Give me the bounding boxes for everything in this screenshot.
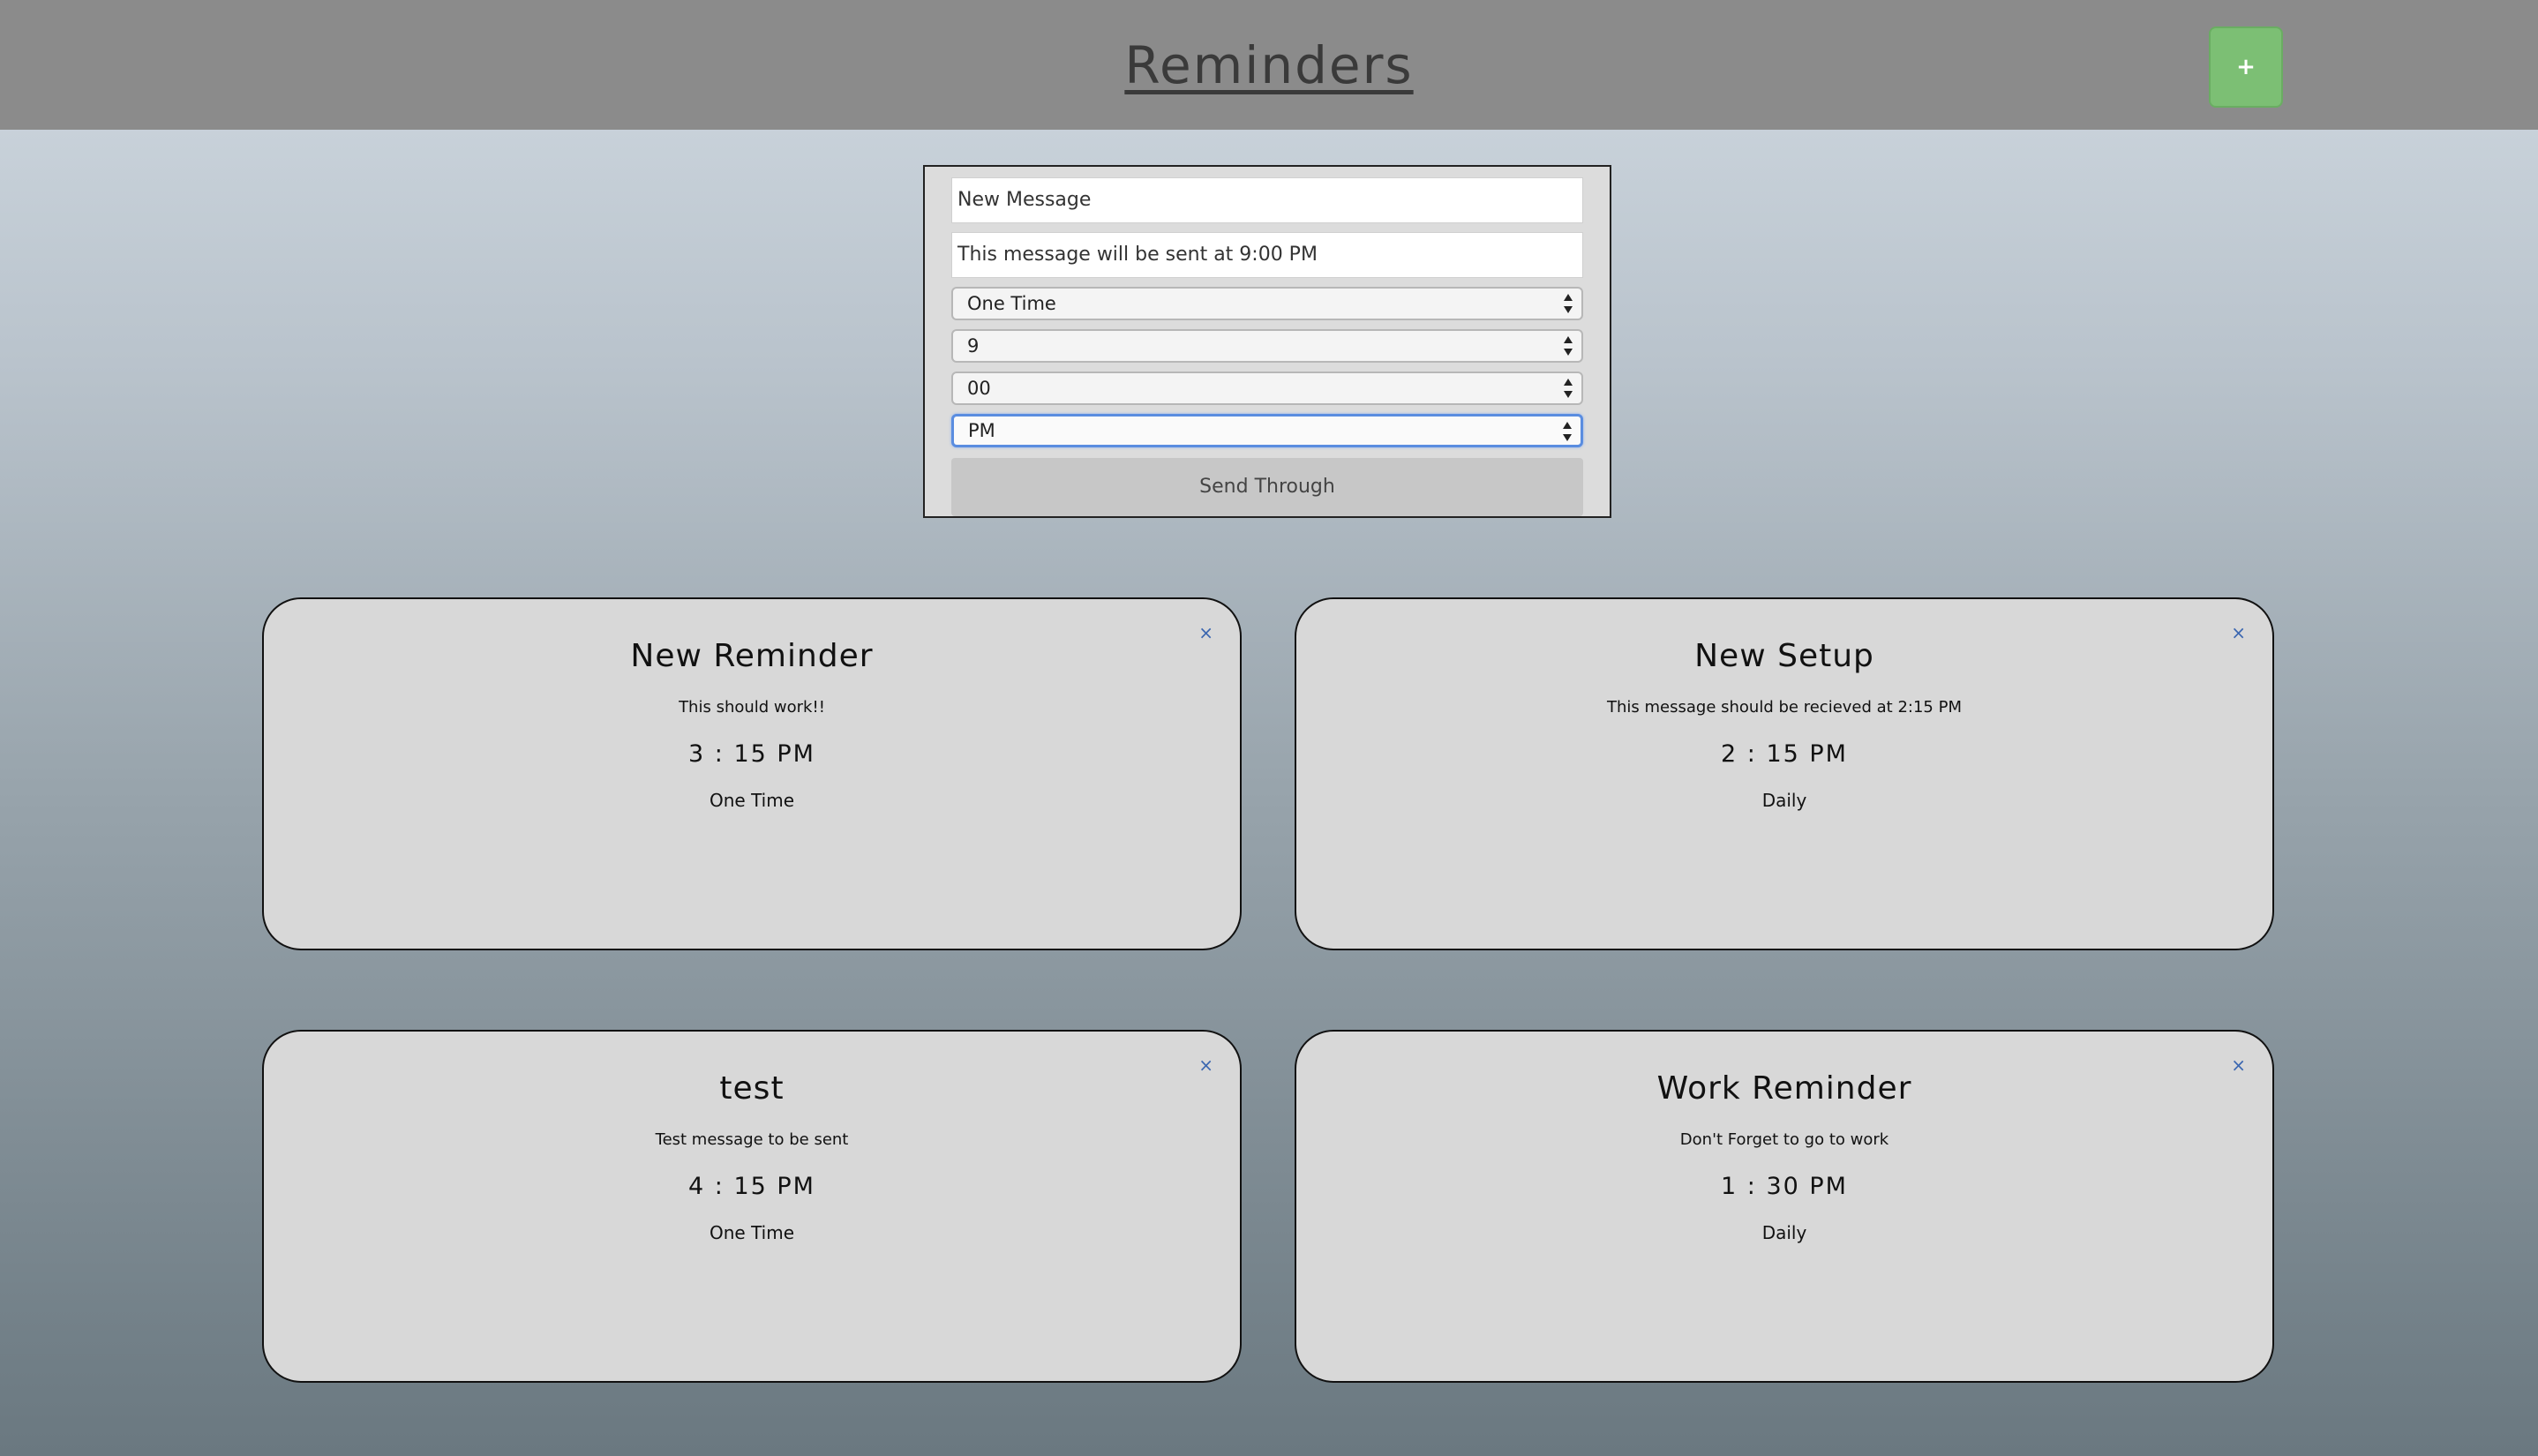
title-input[interactable]: New Message [951,177,1583,223]
frequency-select[interactable]: One Time [951,287,1583,320]
reminder-message: Test message to be sent [655,1130,849,1149]
reminder-title: New Setup [1694,638,1874,674]
hour-select-value: 9 [967,335,980,356]
reminder-time: 1 : 30 PM [1721,1173,1848,1200]
reminder-card: × Work Reminder Don't Forget to go to wo… [1295,1030,2274,1383]
select-arrows-icon [1564,294,1573,313]
reminder-card: × test Test message to be sent 4 : 15 PM… [262,1030,1242,1383]
hour-select[interactable]: 9 [951,329,1583,363]
frequency-select-value: One Time [967,293,1056,314]
period-select[interactable]: PM [951,414,1583,447]
reminder-message: This message should be recieved at 2:15 … [1607,698,1962,717]
reminder-time: 3 : 15 PM [688,740,815,768]
reminder-card: × New Reminder This should work!! 3 : 15… [262,597,1242,950]
reminder-title: Work Reminder [1656,1070,1912,1107]
period-select-value: PM [968,420,995,441]
reminder-frequency: One Time [709,790,795,811]
header-bar: Reminders + [0,0,2538,130]
new-reminder-form: New Message This message will be sent at… [923,165,1611,518]
add-reminder-button[interactable]: + [2209,26,2283,108]
select-arrows-icon [1564,336,1573,356]
message-input[interactable]: This message will be sent at 9:00 PM [951,232,1583,278]
select-arrows-icon [1564,379,1573,398]
select-arrows-icon [1563,422,1572,441]
reminder-title: test [719,1070,785,1107]
reminder-message: This should work!! [679,698,825,717]
reminder-time: 2 : 15 PM [1721,740,1848,768]
reminder-frequency: Daily [1761,790,1807,811]
page-title: Reminders [1124,35,1414,95]
minute-select-value: 00 [967,378,991,399]
minute-select[interactable]: 00 [951,372,1583,405]
reminder-message: Don't Forget to go to work [1679,1130,1889,1149]
reminder-frequency: Daily [1761,1222,1807,1243]
reminder-frequency: One Time [709,1222,795,1243]
reminder-time: 4 : 15 PM [688,1173,815,1200]
reminder-card: × New Setup This message should be recie… [1295,597,2274,950]
send-through-button[interactable]: Send Through [951,458,1583,516]
reminder-title: New Reminder [630,638,874,674]
